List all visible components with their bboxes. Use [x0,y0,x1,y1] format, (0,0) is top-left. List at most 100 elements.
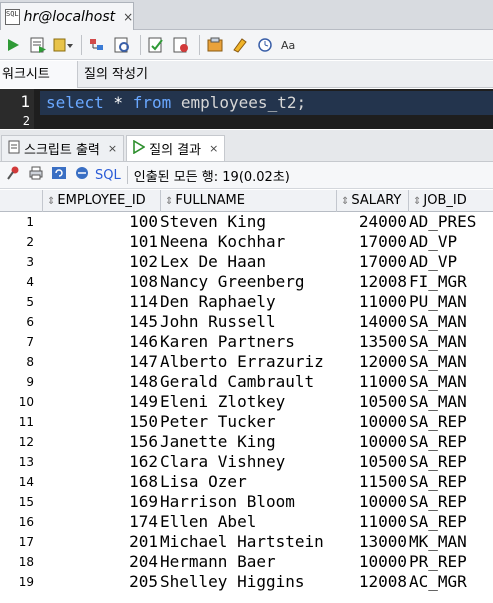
column-header-job-id[interactable]: ⇕ JOB_ID [408,190,493,212]
cell-job-id[interactable]: SA_REP [409,472,493,492]
column-header-fullname[interactable]: ⇕ FULLNAME [160,190,334,212]
column-header-salary[interactable]: ⇕ SALARY [336,190,407,212]
cell-employee-id[interactable]: 150 [44,412,158,432]
cell-job-id[interactable]: SA_REP [409,452,493,472]
cell-salary[interactable]: 13000 [336,532,407,552]
cell-salary[interactable]: 14000 [336,312,407,332]
cell-fullname[interactable]: Janette King [160,432,332,452]
cell-job-id[interactable]: PR_REP [409,552,493,572]
cell-salary[interactable]: 11500 [336,472,407,492]
cell-salary[interactable]: 11000 [336,512,407,532]
cell-fullname[interactable]: Gerald Cambrault [160,372,332,392]
cell-fullname[interactable]: Ellen Abel [160,512,332,532]
tab-worksheet[interactable]: 워크시트 [0,60,78,88]
tab-query-builder[interactable]: 질의 작성기 [78,61,156,88]
close-icon[interactable]: × [123,10,133,24]
cell-salary[interactable]: 17000 [336,252,407,272]
history-icon[interactable] [254,34,276,56]
close-icon[interactable]: × [209,142,218,155]
column-header-employee-id[interactable]: ⇕ EMPLOYEE_ID [42,190,158,212]
sql-tuning-icon[interactable] [204,34,226,56]
cell-fullname[interactable]: Alberto Errazuriz [160,352,332,372]
cell-employee-id[interactable]: 102 [44,252,158,272]
table-row[interactable]: 8 147 Alberto Errazuriz 12000 SA_MAN [0,352,493,372]
table-row[interactable]: 2 101 Neena Kochhar 17000 AD_VP [0,232,493,252]
cell-employee-id[interactable]: 147 [44,352,158,372]
format-icon[interactable]: Aa [279,34,301,56]
tab-script-output[interactable]: 스크립트 출력 × [1,135,125,161]
sql-editor[interactable]: 1 2 select * from employees_t2; [0,89,493,129]
cell-fullname[interactable]: Michael Hartstein [160,532,332,552]
cell-employee-id[interactable]: 168 [44,472,158,492]
table-row[interactable]: 17 201 Michael Hartstein 13000 MK_MAN [0,532,493,552]
cell-employee-id[interactable]: 201 [44,532,158,552]
table-row[interactable]: 3 102 Lex De Haan 17000 AD_VP [0,252,493,272]
cell-employee-id[interactable]: 149 [44,392,158,412]
cell-fullname[interactable]: Peter Tucker [160,412,332,432]
cell-employee-id[interactable]: 145 [44,312,158,332]
commit-icon[interactable] [145,34,167,56]
cell-fullname[interactable]: Karen Partners [160,332,332,352]
table-row[interactable]: 18 204 Hermann Baer 10000 PR_REP [0,552,493,572]
table-row[interactable]: 11 150 Peter Tucker 10000 SA_REP [0,412,493,432]
cell-salary[interactable]: 11000 [336,372,407,392]
cell-fullname[interactable]: Steven King [160,212,332,232]
cell-employee-id[interactable]: 100 [44,212,158,232]
cell-salary[interactable]: 10000 [336,552,407,572]
cell-employee-id[interactable]: 204 [44,552,158,572]
cell-employee-id[interactable]: 146 [44,332,158,352]
cell-job-id[interactable]: FI_MGR [409,272,493,292]
edit-query-icon[interactable] [72,165,92,185]
cell-employee-id[interactable]: 156 [44,432,158,452]
run-script-icon[interactable] [27,34,49,56]
run-icon[interactable] [2,34,24,56]
commit-dropdown-icon[interactable] [52,34,74,56]
cell-salary[interactable]: 17000 [336,232,407,252]
table-row[interactable]: 4 108 Nancy Greenberg 12008 FI_MGR [0,272,493,292]
rollback-icon[interactable] [170,34,192,56]
table-row[interactable]: 16 174 Ellen Abel 11000 SA_REP [0,512,493,532]
cell-job-id[interactable]: SA_REP [409,432,493,452]
cell-job-id[interactable]: SA_MAN [409,392,493,412]
cell-fullname[interactable]: Lex De Haan [160,252,332,272]
cell-salary[interactable]: 12008 [336,572,407,592]
cell-salary[interactable]: 10500 [336,392,407,412]
print-icon[interactable] [26,165,46,185]
explain-icon[interactable] [86,34,108,56]
cell-salary[interactable]: 10000 [336,432,407,452]
sql-button[interactable]: SQL [95,168,121,183]
table-row[interactable]: 10 149 Eleni Zlotkey 10500 SA_MAN [0,392,493,412]
cell-salary[interactable]: 12008 [336,272,407,292]
table-row[interactable]: 12 156 Janette King 10000 SA_REP [0,432,493,452]
close-icon[interactable]: × [108,142,117,155]
pin-icon[interactable] [3,165,23,185]
cell-fullname[interactable]: Eleni Zlotkey [160,392,332,412]
cell-employee-id[interactable]: 148 [44,372,158,392]
cell-employee-id[interactable]: 205 [44,572,158,592]
table-row[interactable]: 1 100 Steven King 24000 AD_PRES [0,212,493,232]
cell-job-id[interactable]: AC_MGR [409,572,493,592]
table-row[interactable]: 9 148 Gerald Cambrault 11000 SA_MAN [0,372,493,392]
autotrace-icon[interactable] [111,34,133,56]
cell-employee-id[interactable]: 169 [44,492,158,512]
cell-job-id[interactable]: SA_MAN [409,352,493,372]
cell-fullname[interactable]: Clara Vishney [160,452,332,472]
clear-icon[interactable] [229,34,251,56]
cell-salary[interactable]: 10500 [336,452,407,472]
table-row[interactable]: 19 205 Shelley Higgins 12008 AC_MGR [0,572,493,592]
cell-fullname[interactable]: John Russell [160,312,332,332]
cell-job-id[interactable]: AD_VP [409,232,493,252]
cell-job-id[interactable]: SA_MAN [409,372,493,392]
cell-job-id[interactable]: PU_MAN [409,292,493,312]
cell-employee-id[interactable]: 174 [44,512,158,532]
cell-employee-id[interactable]: 114 [44,292,158,312]
cell-job-id[interactable]: SA_REP [409,512,493,532]
cell-employee-id[interactable]: 101 [44,232,158,252]
table-row[interactable]: 5 114 Den Raphaely 11000 PU_MAN [0,292,493,312]
cell-fullname[interactable]: Lisa Ozer [160,472,332,492]
cell-salary[interactable]: 13500 [336,332,407,352]
cell-job-id[interactable]: SA_REP [409,412,493,432]
tab-query-result[interactable]: 질의 결과 × [126,135,226,161]
cell-employee-id[interactable]: 162 [44,452,158,472]
cell-fullname[interactable]: Shelley Higgins [160,572,332,592]
